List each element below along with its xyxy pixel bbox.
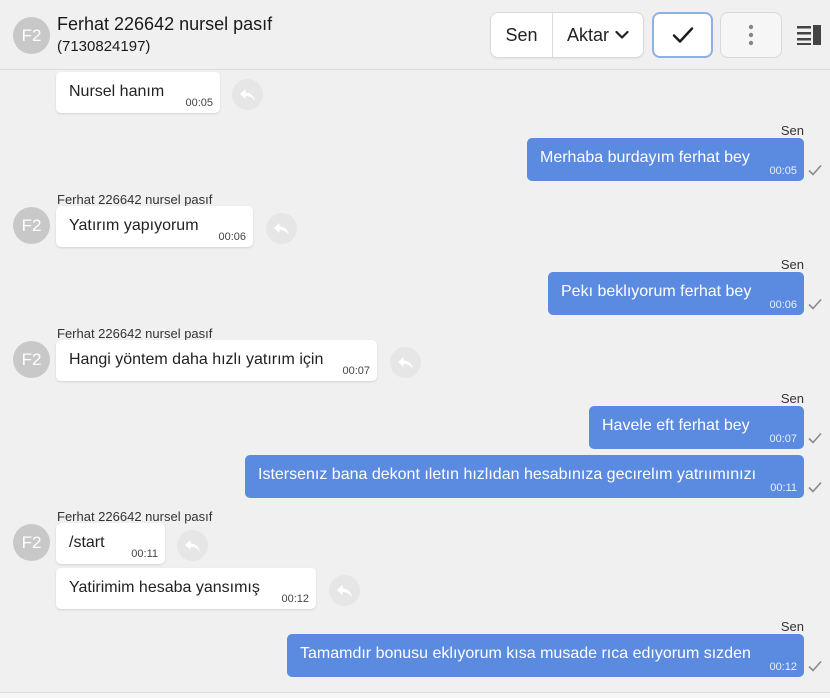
- assign-self-button[interactable]: Sen: [491, 13, 553, 57]
- message-time: 00:05: [185, 97, 213, 109]
- self-label: Sen: [780, 619, 804, 634]
- message-incoming[interactable]: Yatırım yapıyorum 00:06: [56, 206, 253, 247]
- self-label: Sen: [780, 123, 804, 138]
- reply-button[interactable]: [177, 530, 208, 561]
- more-options-button[interactable]: [720, 12, 782, 58]
- toggle-side-panel-button[interactable]: [796, 24, 822, 46]
- message-time: 00:11: [131, 548, 158, 560]
- message-time: 00:12: [281, 593, 309, 605]
- reply-icon: [398, 356, 413, 369]
- message-text: Istersenız bana dekont ıletın hızlıdan h…: [258, 466, 757, 483]
- message-outgoing[interactable]: Tamamdır bonusu eklıyorum kısa musade rı…: [287, 634, 804, 677]
- sender-name: Ferhat 226642 nursel pasıf: [57, 192, 213, 207]
- message-text: Merhaba burdayım ferhat bey: [540, 149, 750, 166]
- message-time: 00:06: [218, 231, 246, 243]
- message-text: Hangi yöntem daha hızlı yatırım için: [69, 351, 324, 368]
- read-tick-icon: [808, 660, 822, 672]
- message-text: Yatırım yapıyorum: [69, 217, 199, 234]
- message-outgoing[interactable]: Pekı beklıyorum ferhat bey 00:06: [548, 272, 804, 315]
- message-text: Yatirimim hesaba yansımış: [69, 579, 260, 596]
- message-time: 00:06: [769, 299, 797, 311]
- message-text: /start: [69, 534, 105, 551]
- message-incoming[interactable]: Nursel hanım 00:05: [56, 72, 220, 113]
- message-time: 00:11: [770, 482, 797, 494]
- sender-avatar[interactable]: F2: [13, 207, 50, 244]
- chevron-down-icon: [615, 30, 629, 39]
- check-icon: [672, 27, 693, 43]
- reply-icon: [274, 222, 289, 235]
- message-incoming[interactable]: /start 00:11: [56, 523, 165, 564]
- contact-avatar[interactable]: F2: [13, 17, 50, 54]
- message-incoming[interactable]: Yatirimim hesaba yansımış 00:12: [56, 568, 316, 609]
- contact-name: Ferhat 226642 nursel pasıf: [57, 14, 273, 34]
- message-text: Nursel hanım: [69, 83, 165, 100]
- message-outgoing[interactable]: Merhaba burdayım ferhat bey 00:05: [527, 138, 804, 181]
- resolve-button[interactable]: [652, 12, 713, 58]
- chat-header: F2 Ferhat 226642 nursel pasıf (713082419…: [0, 0, 830, 70]
- read-tick-icon: [808, 432, 822, 444]
- reply-button[interactable]: [390, 347, 421, 378]
- reply-icon: [240, 88, 255, 101]
- sender-name: Ferhat 226642 nursel pasıf: [57, 509, 213, 524]
- assign-button-group: Sen Aktar: [490, 12, 644, 58]
- side-panel-icon: [797, 25, 821, 45]
- read-tick-icon: [808, 481, 822, 493]
- reply-icon: [337, 584, 352, 597]
- message-incoming[interactable]: Hangi yöntem daha hızlı yatırım için 00:…: [56, 340, 377, 381]
- self-label: Sen: [780, 391, 804, 406]
- transfer-label: Aktar: [566, 24, 609, 45]
- sender-avatar[interactable]: F2: [13, 524, 50, 561]
- message-time: 00:07: [769, 433, 797, 445]
- transfer-dropdown[interactable]: Aktar: [553, 13, 643, 57]
- message-text: Tamamdır bonusu eklıyorum kısa musade rı…: [300, 645, 751, 662]
- read-tick-icon: [808, 164, 822, 176]
- message-text: Havele eft ferhat bey: [602, 417, 750, 434]
- message-outgoing[interactable]: Istersenız bana dekont ıletın hızlıdan h…: [245, 455, 804, 498]
- message-outgoing[interactable]: Havele eft ferhat bey 00:07: [589, 406, 804, 449]
- message-text: Pekı beklıyorum ferhat bey: [561, 283, 752, 300]
- reply-button[interactable]: [232, 79, 263, 110]
- more-vertical-icon: [748, 24, 754, 46]
- reply-icon: [185, 539, 200, 552]
- read-tick-icon: [808, 298, 822, 310]
- sender-avatar[interactable]: F2: [13, 341, 50, 378]
- reply-button[interactable]: [329, 575, 360, 606]
- composer-edge: [0, 692, 830, 698]
- sender-name: Ferhat 226642 nursel pasıf: [57, 326, 213, 341]
- message-time: 00:12: [769, 661, 797, 673]
- self-label: Sen: [780, 257, 804, 272]
- contact-phone: (7130824197): [57, 38, 151, 55]
- message-time: 00:05: [769, 165, 797, 177]
- reply-button[interactable]: [266, 213, 297, 244]
- message-time: 00:07: [342, 365, 370, 377]
